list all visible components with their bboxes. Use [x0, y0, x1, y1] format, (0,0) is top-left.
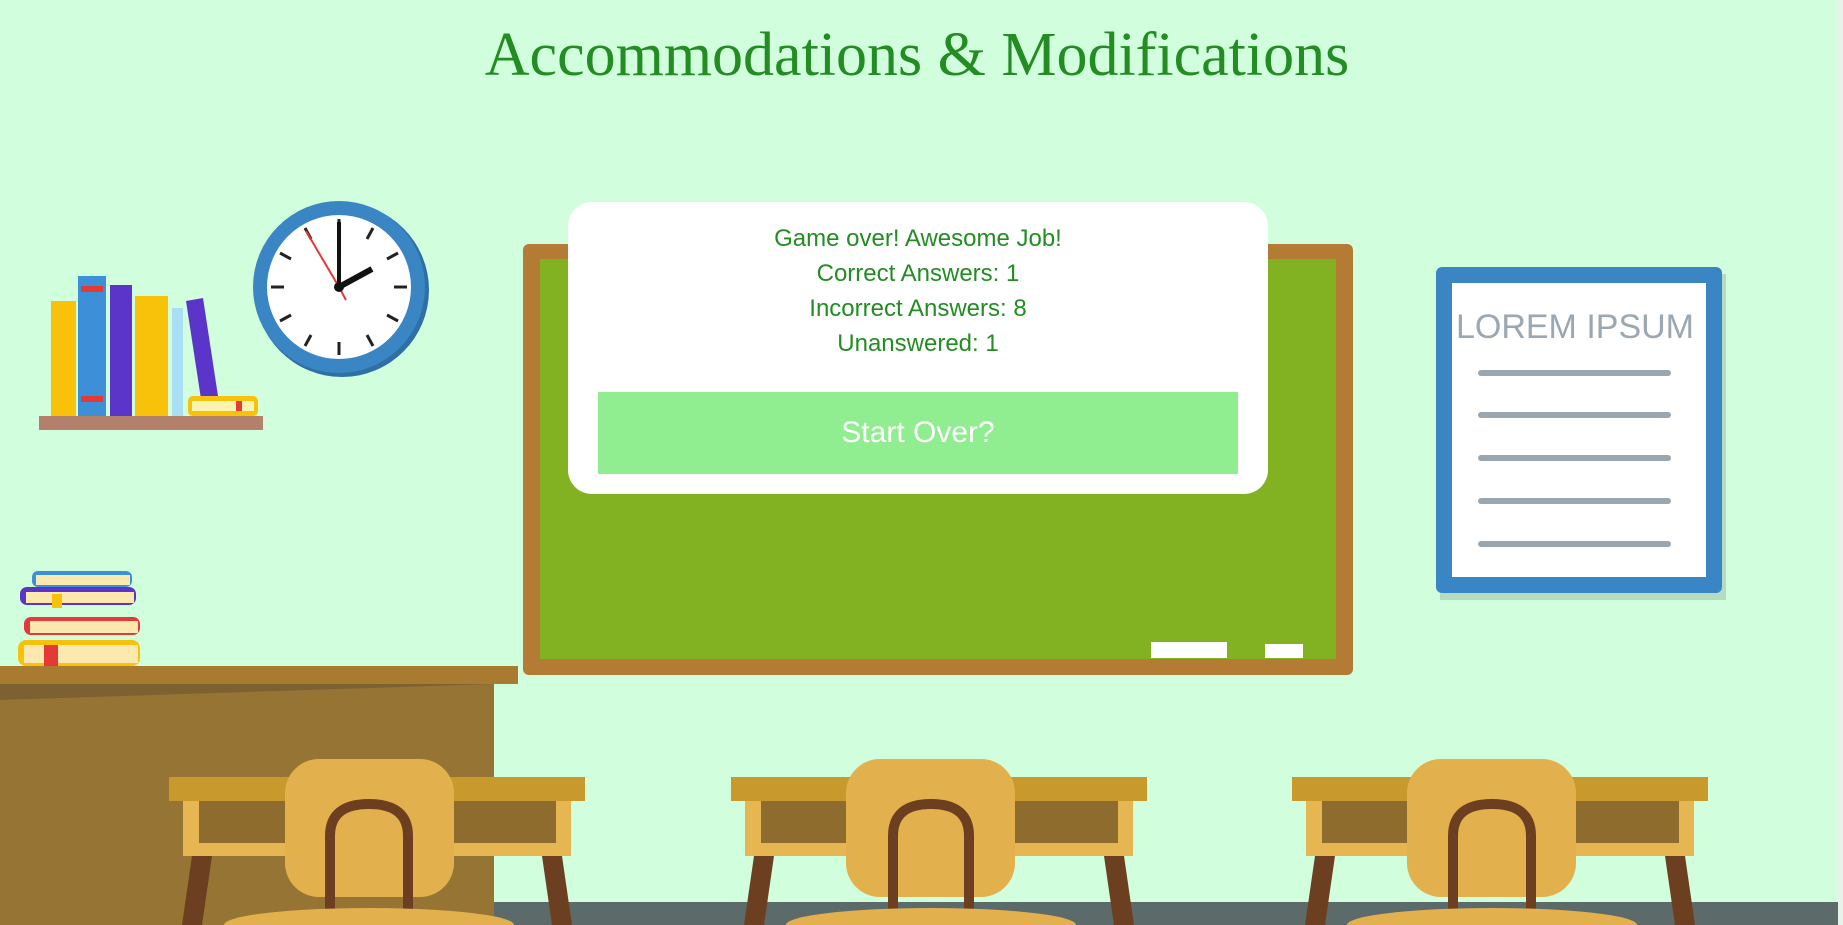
- poster-heading: LOREM IPSUM: [1456, 308, 1694, 346]
- chalk-piece: [1151, 642, 1227, 658]
- wall-clock-icon: [253, 201, 429, 377]
- incorrect-answers-count: Incorrect Answers: 8: [809, 295, 1027, 322]
- page-edge: [1838, 0, 1843, 925]
- correct-answers-count: Correct Answers: 1: [816, 260, 1020, 287]
- page-title: Accommodations & Modifications: [484, 21, 1350, 89]
- book-stack-icon: [18, 571, 140, 667]
- start-over-button[interactable]: Start Over?: [598, 392, 1238, 474]
- bookshelf-icon: [39, 276, 263, 430]
- chalk-piece: [1265, 644, 1303, 658]
- results-panel: Game over! Awesome Job! Correct Answers:…: [568, 202, 1268, 494]
- poster-icon: LOREM IPSUM: [1436, 267, 1726, 600]
- unanswered-count: Unanswered: 1: [837, 330, 999, 357]
- game-over-message: Game over! Awesome Job!: [774, 225, 1062, 252]
- floor: [480, 902, 1843, 925]
